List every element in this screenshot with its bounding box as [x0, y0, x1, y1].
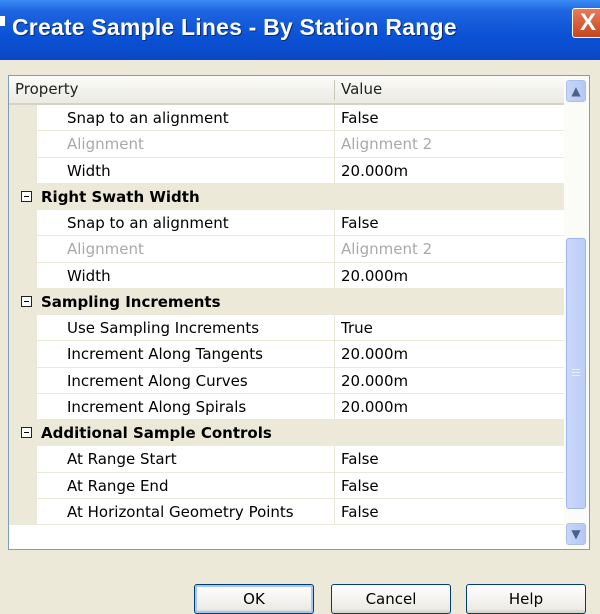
- property-row[interactable]: Alignment Alignment 2: [9, 131, 564, 158]
- row-gutter: [9, 262, 37, 289]
- property-label: Alignment: [67, 240, 144, 259]
- property-label: At Range Start: [67, 450, 177, 469]
- property-value[interactable]: 20.000m: [341, 394, 408, 420]
- property-value[interactable]: 20.000m: [341, 263, 408, 289]
- value-cell: [335, 288, 564, 315]
- property-value[interactable]: 20.000m: [341, 158, 408, 184]
- row-gutter: [9, 367, 37, 394]
- scroll-up-button[interactable]: ▲: [566, 80, 586, 102]
- scroll-thumb[interactable]: [566, 238, 586, 509]
- value-column-header[interactable]: Value: [341, 76, 382, 103]
- row-gutter: [9, 315, 37, 342]
- row-gutter: [9, 210, 37, 237]
- collapse-toggle-icon[interactable]: [21, 190, 32, 202]
- property-row[interactable]: At Range End False: [9, 472, 564, 499]
- property-label: Increment Along Spirals: [67, 397, 247, 416]
- property-row[interactable]: Width 20.000m: [9, 262, 564, 289]
- property-label: Alignment: [67, 135, 144, 154]
- property-row[interactable]: Increment Along Curves 20.000m: [9, 367, 564, 394]
- vertical-scrollbar[interactable]: ▲ ▼: [564, 76, 589, 549]
- row-gutter: [9, 105, 37, 132]
- help-button[interactable]: Help: [466, 584, 586, 614]
- property-value[interactable]: 20.000m: [341, 368, 408, 394]
- property-value[interactable]: Alignment 2: [341, 131, 432, 157]
- category-row[interactable]: Additional Sample Controls: [9, 420, 564, 447]
- property-label: Increment Along Curves: [67, 371, 248, 390]
- cancel-button[interactable]: Cancel: [331, 584, 451, 614]
- property-label: Width: [67, 266, 111, 285]
- scroll-down-button[interactable]: ▼: [566, 523, 586, 545]
- row-gutter: [9, 472, 37, 499]
- property-row[interactable]: At Horizontal Geometry Points False: [9, 498, 564, 525]
- property-label: Increment Along Tangents: [67, 345, 263, 364]
- property-row[interactable]: Alignment Alignment 2: [9, 236, 564, 263]
- property-label: Snap to an alignment: [67, 109, 229, 127]
- property-value[interactable]: 20.000m: [341, 341, 408, 367]
- property-label: At Range End: [67, 476, 169, 495]
- property-row[interactable]: At Range Start False: [9, 446, 564, 473]
- property-row[interactable]: Snap to an alignment False: [9, 210, 564, 237]
- ok-button[interactable]: OK: [194, 584, 314, 614]
- property-value[interactable]: False: [341, 499, 379, 525]
- property-value[interactable]: False: [341, 446, 379, 472]
- property-row[interactable]: Width 20.000m: [9, 157, 564, 184]
- grip-line: [572, 369, 580, 370]
- property-row[interactable]: Increment Along Spirals 20.000m: [9, 393, 564, 420]
- property-label: Width: [67, 161, 111, 180]
- property-value[interactable]: True: [341, 315, 373, 341]
- category-label: Sampling Increments: [41, 292, 221, 311]
- category-label: Right Swath Width: [41, 187, 200, 206]
- row-gutter: [9, 157, 37, 184]
- category-row[interactable]: Sampling Increments: [9, 288, 564, 315]
- property-label: At Horizontal Geometry Points: [67, 502, 294, 521]
- title-bar: Create Sample Lines - By Station Range X: [0, 0, 600, 60]
- property-label: Snap to an alignment: [67, 214, 229, 232]
- property-row[interactable]: Increment Along Tangents 20.000m: [9, 341, 564, 368]
- property-rows: Snap to an alignment False Alignment Alignm…: [9, 105, 564, 525]
- property-value[interactable]: Alignment 2: [341, 236, 432, 262]
- grid-header: Property Value: [9, 76, 564, 105]
- close-button[interactable]: X: [572, 8, 600, 38]
- window-icon: [0, 16, 5, 26]
- property-label: Use Sampling Increments: [67, 319, 260, 337]
- dialog-footer: OK Cancel Help: [0, 550, 600, 614]
- collapse-toggle-icon[interactable]: [21, 427, 32, 438]
- row-gutter: [9, 393, 37, 420]
- dialog-top-margin: [0, 60, 600, 75]
- property-row[interactable]: Snap to an alignment False: [9, 105, 564, 132]
- collapse-toggle-icon[interactable]: [21, 295, 32, 307]
- value-cell: [335, 420, 564, 447]
- row-gutter: [9, 131, 37, 158]
- property-value[interactable]: False: [341, 210, 379, 236]
- row-gutter: [9, 341, 37, 368]
- property-row[interactable]: Use Sampling Increments True: [9, 315, 564, 342]
- grip-line: [572, 372, 580, 373]
- property-grid: Property Value Snap to an alignment False…: [8, 75, 590, 550]
- row-gutter: [9, 236, 37, 263]
- row-gutter: [9, 498, 37, 525]
- property-value[interactable]: False: [341, 473, 379, 499]
- property-value[interactable]: False: [341, 105, 379, 131]
- property-column-header[interactable]: Property: [9, 76, 334, 103]
- window-title: Create Sample Lines - By Station Range: [12, 14, 457, 40]
- column-divider[interactable]: [334, 80, 335, 100]
- value-cell: [335, 183, 564, 210]
- category-label: Additional Sample Controls: [41, 424, 272, 442]
- row-gutter: [9, 446, 37, 473]
- grip-line: [572, 375, 580, 376]
- category-row[interactable]: Right Swath Width: [9, 183, 564, 210]
